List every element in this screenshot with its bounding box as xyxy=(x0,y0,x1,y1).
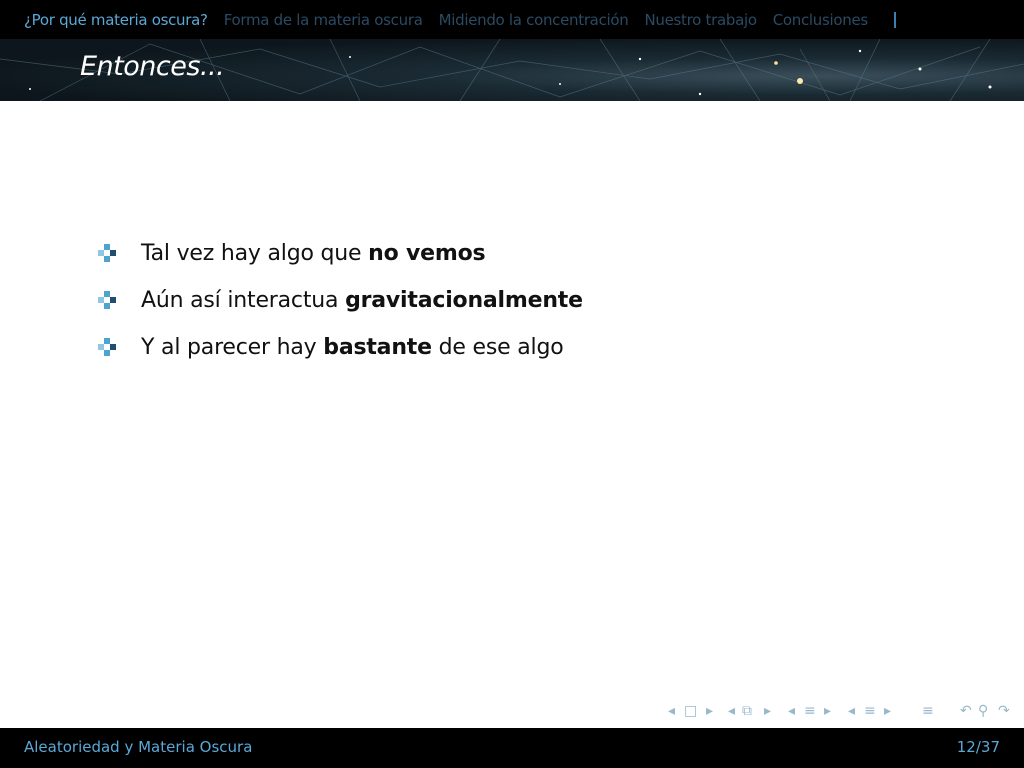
page-counter: 12/37 xyxy=(956,738,1000,756)
nav-section-por-que-materia-oscura[interactable]: ¿Por qué materia oscura? xyxy=(0,11,216,29)
search-icon[interactable]: ⚲ xyxy=(978,703,988,719)
prev-subsection-icon[interactable]: ◂ xyxy=(788,703,795,719)
prev-slide-icon[interactable]: ◂ xyxy=(668,703,675,719)
nav-section-forma-materia-oscura[interactable]: Forma de la materia oscura xyxy=(216,11,431,29)
list-item-text: Aún así interactua gravitacionalmente xyxy=(141,288,583,313)
slide-frame-icon[interactable]: □ xyxy=(684,703,697,719)
presentation-title: Aleatoriedad y Materia Oscura xyxy=(24,738,253,756)
slide-title: Entonces... xyxy=(80,51,225,82)
list-item: Aún así interactua gravitacionalmente xyxy=(98,277,583,324)
footer-bar: Aleatoriedad y Materia Oscura 12/37 xyxy=(0,728,1024,768)
prev-section-icon[interactable]: ◂ xyxy=(848,703,855,719)
section-navigation: ¿Por qué materia oscura? Forma de la mat… xyxy=(0,0,1024,39)
bullet-list: Tal vez hay algo que no vemos Aún así in… xyxy=(98,230,583,371)
next-section-icon[interactable]: ▸ xyxy=(884,703,891,719)
square-bullet-icon xyxy=(98,288,120,314)
nav-section-nuestro-trabajo[interactable]: Nuestro trabajo xyxy=(636,11,764,29)
next-slide-icon[interactable]: ▸ xyxy=(706,703,713,719)
next-subsection-icon[interactable]: ▸ xyxy=(824,703,831,719)
prev-frame-icon[interactable]: ◂ xyxy=(728,703,735,719)
subsection-icon[interactable]: ≡ xyxy=(804,703,816,719)
document-icon[interactable]: ≡ xyxy=(922,703,934,719)
list-item: Tal vez hay algo que no vemos xyxy=(98,230,583,277)
forward-icon[interactable]: ↷ xyxy=(998,703,1010,719)
back-icon[interactable]: ↶ xyxy=(960,703,972,719)
section-icon[interactable]: ≡ xyxy=(864,703,876,719)
list-item-text: Y al parecer hay bastante de ese algo xyxy=(141,335,564,360)
next-frame-icon[interactable]: ▸ xyxy=(764,703,771,719)
nav-section-conclusiones[interactable]: Conclusiones xyxy=(765,11,876,29)
title-banner: Entonces... xyxy=(0,39,1024,101)
square-bullet-icon xyxy=(98,241,120,267)
beamer-navigation-controls: ◂ □ ▸ ◂ ⧉ ▸ ◂ ≡ ▸ ◂ ≡ ▸ ≡ ↶ ⚲ ↷ xyxy=(668,703,1018,723)
list-item-text: Tal vez hay algo que no vemos xyxy=(141,241,486,266)
nav-section-midiendo-concentracion[interactable]: Midiendo la concentración xyxy=(431,11,637,29)
list-item: Y al parecer hay bastante de ese algo xyxy=(98,324,583,371)
square-bullet-icon xyxy=(98,335,120,361)
frame-stack-icon[interactable]: ⧉ xyxy=(742,703,752,719)
nav-separator xyxy=(893,11,896,28)
